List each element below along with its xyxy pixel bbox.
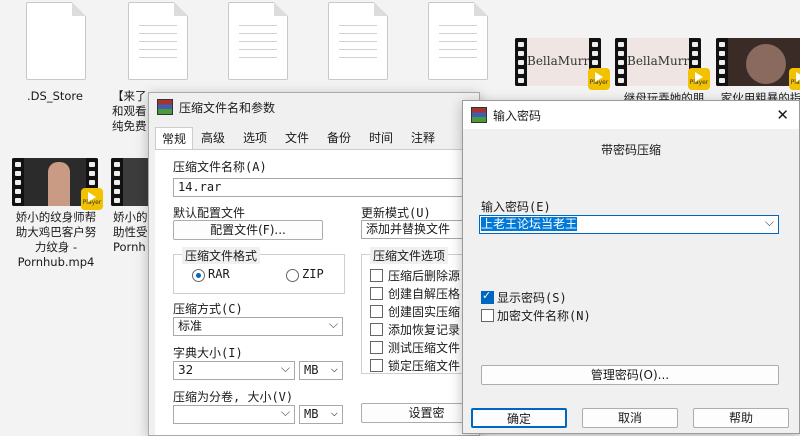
tab-bar: 常规 高级 选项 文件 备份 时间 注释 xyxy=(155,127,479,150)
player-badge-icon: Player xyxy=(688,68,710,90)
archive-name-input[interactable]: 14.rar xyxy=(173,178,483,197)
option-label: 压缩后删除源 xyxy=(388,269,461,283)
format-group: 压缩文件格式 RAR ZIP xyxy=(173,247,345,294)
ok-button[interactable]: 确定 xyxy=(471,408,567,428)
thumbnail-logo-text: BellaMurr xyxy=(527,38,589,86)
password-dialog: 输入密码 ✕ 带密码压缩 输入密码(E) 上老王论坛当老王 ✓ 显示密码(S) … xyxy=(462,100,800,434)
split-label: 压缩为分卷, 大小(V) xyxy=(173,390,294,404)
tab-time[interactable]: 时间 xyxy=(363,127,399,149)
file-label: 娇小的 助性受 Pornh xyxy=(113,210,148,254)
dictionary-label: 字典大小(I) xyxy=(173,346,243,360)
show-password-checkbox[interactable]: ✓ xyxy=(481,289,494,304)
document-icon[interactable] xyxy=(228,2,288,80)
manage-passwords-button[interactable]: 管理密码(O)... xyxy=(481,365,779,385)
option-checkbox[interactable] xyxy=(370,287,383,300)
tab-comment[interactable]: 注释 xyxy=(405,127,441,149)
password-heading: 带密码压缩 xyxy=(600,143,661,157)
document-icon[interactable] xyxy=(428,2,488,80)
format-rar-label: RAR xyxy=(208,267,230,281)
document-icon xyxy=(26,2,86,80)
dictionary-unit-select[interactable]: MB xyxy=(299,360,343,380)
option-checkbox[interactable] xyxy=(370,305,383,318)
close-icon[interactable]: ✕ xyxy=(776,106,789,124)
options-group-title: 压缩文件选项 xyxy=(370,247,449,264)
method-select[interactable]: 标准 xyxy=(173,316,343,336)
option-label: 创建固实压缩 xyxy=(388,305,461,319)
password-input[interactable]: 上老王论坛当老王 xyxy=(479,214,779,234)
option-label: 锁定压缩文件 xyxy=(388,359,461,373)
split-size-select[interactable] xyxy=(173,404,295,424)
option-checkbox[interactable] xyxy=(370,341,383,354)
archive-dialog-titlebar[interactable]: 压缩文件名和参数 xyxy=(149,93,479,121)
update-mode-label: 更新模式(U) xyxy=(361,206,431,220)
default-profile-label: 默认配置文件 xyxy=(173,206,246,220)
format-zip-label: ZIP xyxy=(302,267,324,281)
thumbnail-logo-text: BellaMurr xyxy=(627,38,689,86)
option-checkbox[interactable] xyxy=(370,269,383,282)
player-badge-icon: Player xyxy=(588,68,610,90)
archive-dialog: 压缩文件名和参数 常规 高级 选项 文件 备份 时间 注释 压缩文件名称(A) … xyxy=(148,92,492,436)
encrypt-names-label: 加密文件名称(N) xyxy=(497,309,591,323)
format-group-title: 压缩文件格式 xyxy=(182,247,261,264)
tab-files[interactable]: 文件 xyxy=(279,127,315,149)
tab-general[interactable]: 常规 xyxy=(155,127,194,150)
video-thumbnail[interactable] xyxy=(111,158,151,206)
video-thumbnail[interactable] xyxy=(716,38,800,86)
password-input-value: 上老王论坛当老王 xyxy=(481,217,578,231)
option-label: 测试压缩文件 xyxy=(388,341,461,355)
profile-button[interactable]: 配置文件(F)... xyxy=(173,220,323,240)
password-dialog-titlebar[interactable]: 输入密码 ✕ xyxy=(463,101,799,129)
method-label: 压缩方式(C) xyxy=(173,302,243,316)
help-button[interactable]: 帮助 xyxy=(693,408,789,428)
password-input-label: 输入密码(E) xyxy=(481,200,551,214)
player-badge-icon: Player xyxy=(81,188,103,210)
format-zip-radio[interactable] xyxy=(286,269,299,282)
winrar-icon xyxy=(471,107,487,123)
document-icon xyxy=(128,2,188,80)
file-label: 娇小的纹身师帮 助大鸡巴客户努 力纹身 - Pornhub.mp4 xyxy=(15,210,97,269)
winrar-icon xyxy=(157,99,173,115)
tab-advanced[interactable]: 高级 xyxy=(195,127,231,149)
option-label: 创建自解压格 xyxy=(388,287,461,301)
document-icon[interactable] xyxy=(328,2,388,80)
player-badge-icon: Player xyxy=(789,68,800,90)
archive-dialog-title: 压缩文件名和参数 xyxy=(179,100,276,115)
tab-backup[interactable]: 备份 xyxy=(321,127,357,149)
cancel-button[interactable]: 取消 xyxy=(582,408,678,428)
tab-options[interactable]: 选项 xyxy=(237,127,273,149)
format-rar-radio[interactable] xyxy=(192,269,205,282)
option-checkbox[interactable] xyxy=(370,359,383,372)
option-checkbox[interactable] xyxy=(370,323,383,336)
encrypt-names-checkbox[interactable] xyxy=(481,309,494,322)
archive-name-label: 压缩文件名称(A) xyxy=(173,160,267,174)
password-dialog-body: 带密码压缩 输入密码(E) 上老王论坛当老王 ✓ 显示密码(S) 加密文件名称(… xyxy=(463,129,799,433)
dictionary-select[interactable]: 32 xyxy=(173,360,295,380)
show-password-label: 显示密码(S) xyxy=(497,291,567,305)
tab-panel-general: 压缩文件名称(A) 14.rar 默认配置文件 配置文件(F)... 更新模式(… xyxy=(155,149,492,435)
password-dialog-title: 输入密码 xyxy=(493,108,542,123)
split-unit-select[interactable]: MB xyxy=(299,404,343,424)
file-label: .DS_Store xyxy=(27,89,83,103)
option-label: 添加恢复记录 xyxy=(388,323,461,337)
